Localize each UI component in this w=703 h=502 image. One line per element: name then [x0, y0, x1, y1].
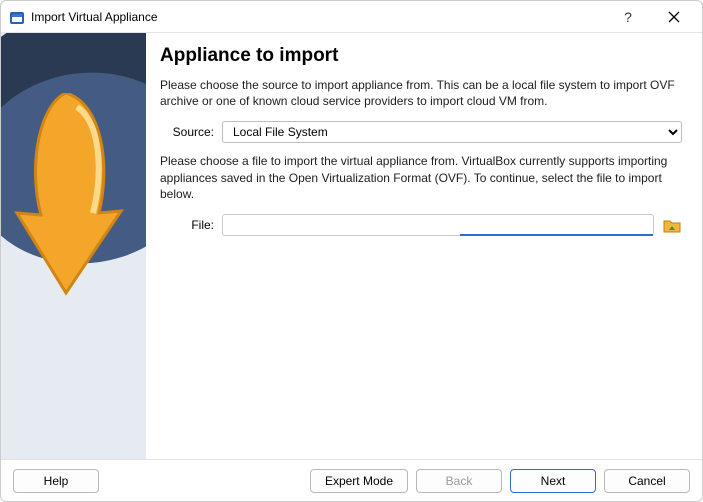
source-select[interactable]: Local File System — [222, 121, 682, 143]
wizard-footer: Help Expert Mode Back Next Cancel — [1, 459, 702, 501]
cancel-button[interactable]: Cancel — [604, 469, 690, 493]
help-button[interactable]: Help — [13, 469, 99, 493]
titlebar: Import Virtual Appliance ? — [1, 1, 702, 33]
close-icon[interactable] — [654, 3, 694, 31]
page-title: Appliance to import — [160, 45, 682, 67]
app-icon — [9, 9, 25, 25]
next-button[interactable]: Next — [510, 469, 596, 493]
wizard-sidebar — [1, 33, 146, 459]
expert-mode-button[interactable]: Expert Mode — [310, 469, 408, 493]
window-title: Import Virtual Appliance — [31, 10, 158, 24]
file-hint-text: Please choose a file to import the virtu… — [160, 153, 682, 202]
help-icon[interactable]: ? — [608, 3, 648, 31]
browse-button[interactable] — [662, 215, 682, 235]
intro-text: Please choose the source to import appli… — [160, 77, 682, 109]
wizard-content: Appliance to import Please choose the so… — [146, 33, 702, 459]
back-button: Back — [416, 469, 502, 493]
file-label: File: — [160, 218, 214, 232]
main-area: Appliance to import Please choose the so… — [1, 33, 702, 459]
file-row: File: — [160, 214, 682, 236]
import-arrow-icon — [11, 93, 131, 293]
file-input[interactable] — [222, 214, 654, 236]
source-label: Source: — [160, 125, 214, 139]
source-row: Source: Local File System — [160, 121, 682, 143]
